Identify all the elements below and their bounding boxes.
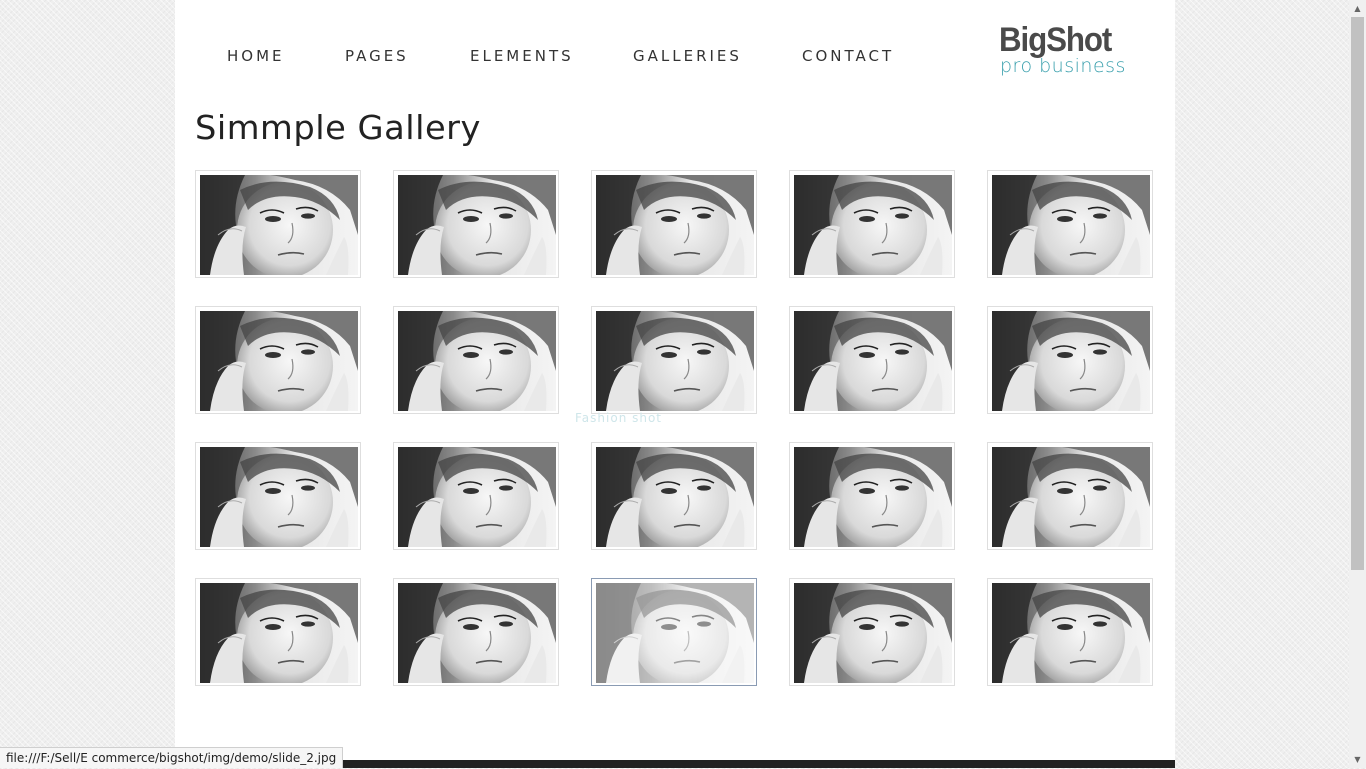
gallery-thumbnail[interactable] — [393, 306, 559, 414]
logo-tagline: pro business — [1000, 55, 1126, 77]
scrollbar-thumb[interactable] — [1351, 17, 1364, 570]
scroll-down-arrow-icon[interactable]: ▼ — [1349, 751, 1366, 768]
vertical-scrollbar[interactable]: ▲ ▼ — [1349, 0, 1366, 768]
gallery-image[interactable] — [596, 311, 754, 411]
gallery-thumbnail[interactable] — [789, 170, 955, 278]
gallery-image[interactable] — [200, 175, 358, 275]
gallery-thumbnail[interactable] — [987, 578, 1153, 686]
gallery-image[interactable] — [596, 175, 754, 275]
gallery-image[interactable] — [794, 175, 952, 275]
gallery-image[interactable] — [992, 447, 1150, 547]
nav-item-elements[interactable]: ELEMENTS — [470, 47, 574, 65]
gallery-thumbnail[interactable] — [789, 442, 955, 550]
gallery-thumbnail[interactable] — [195, 578, 361, 686]
gallery-image[interactable] — [794, 311, 952, 411]
gallery-thumbnail[interactable] — [195, 442, 361, 550]
gallery-thumbnail[interactable] — [591, 578, 757, 686]
main-nav: HOME PAGES ELEMENTS GALLERIES CONTACT — [175, 0, 975, 110]
gallery-thumbnail[interactable] — [789, 306, 955, 414]
gallery-thumbnail[interactable] — [987, 170, 1153, 278]
gallery-image[interactable] — [200, 447, 358, 547]
nav-item-home[interactable]: HOME — [227, 47, 285, 65]
gallery-image[interactable] — [398, 311, 556, 411]
gallery-thumbnail[interactable] — [393, 170, 559, 278]
gallery-image[interactable] — [596, 447, 754, 547]
gallery-image[interactable] — [200, 311, 358, 411]
gallery-thumbnail[interactable] — [393, 442, 559, 550]
page-container: HOME PAGES ELEMENTS GALLERIES CONTACT Bi… — [175, 0, 1175, 768]
page-title: Simmple Gallery — [195, 108, 481, 147]
gallery-image[interactable] — [992, 311, 1150, 411]
scroll-up-arrow-icon[interactable]: ▲ — [1349, 0, 1366, 17]
gallery-image[interactable] — [992, 583, 1150, 683]
nav-item-contact[interactable]: CONTACT — [802, 47, 894, 65]
gallery-image[interactable] — [794, 447, 952, 547]
browser-status-bar: file:///F:/Sell/E commerce/bigshot/img/d… — [0, 747, 344, 768]
gallery-image[interactable] — [398, 447, 556, 547]
gallery-thumbnail[interactable] — [987, 442, 1153, 550]
gallery-image[interactable] — [794, 583, 952, 683]
gallery-thumbnail[interactable] — [591, 442, 757, 550]
gallery-image[interactable] — [398, 583, 556, 683]
gallery-image[interactable] — [992, 175, 1150, 275]
gallery-thumbnail[interactable] — [195, 170, 361, 278]
gallery-thumbnail[interactable] — [195, 306, 361, 414]
gallery-thumbnail[interactable] — [789, 578, 955, 686]
gallery-image[interactable] — [596, 583, 754, 683]
gallery-thumbnail[interactable] — [591, 306, 757, 414]
gallery-image[interactable] — [200, 583, 358, 683]
gallery-image[interactable] — [398, 175, 556, 275]
gallery-thumbnail[interactable] — [393, 578, 559, 686]
gallery-grid — [195, 170, 1155, 690]
nav-item-pages[interactable]: PAGES — [345, 47, 409, 65]
gallery-thumbnail[interactable] — [591, 170, 757, 278]
nav-item-galleries[interactable]: GALLERIES — [633, 47, 742, 65]
gallery-thumbnail[interactable] — [987, 306, 1153, 414]
